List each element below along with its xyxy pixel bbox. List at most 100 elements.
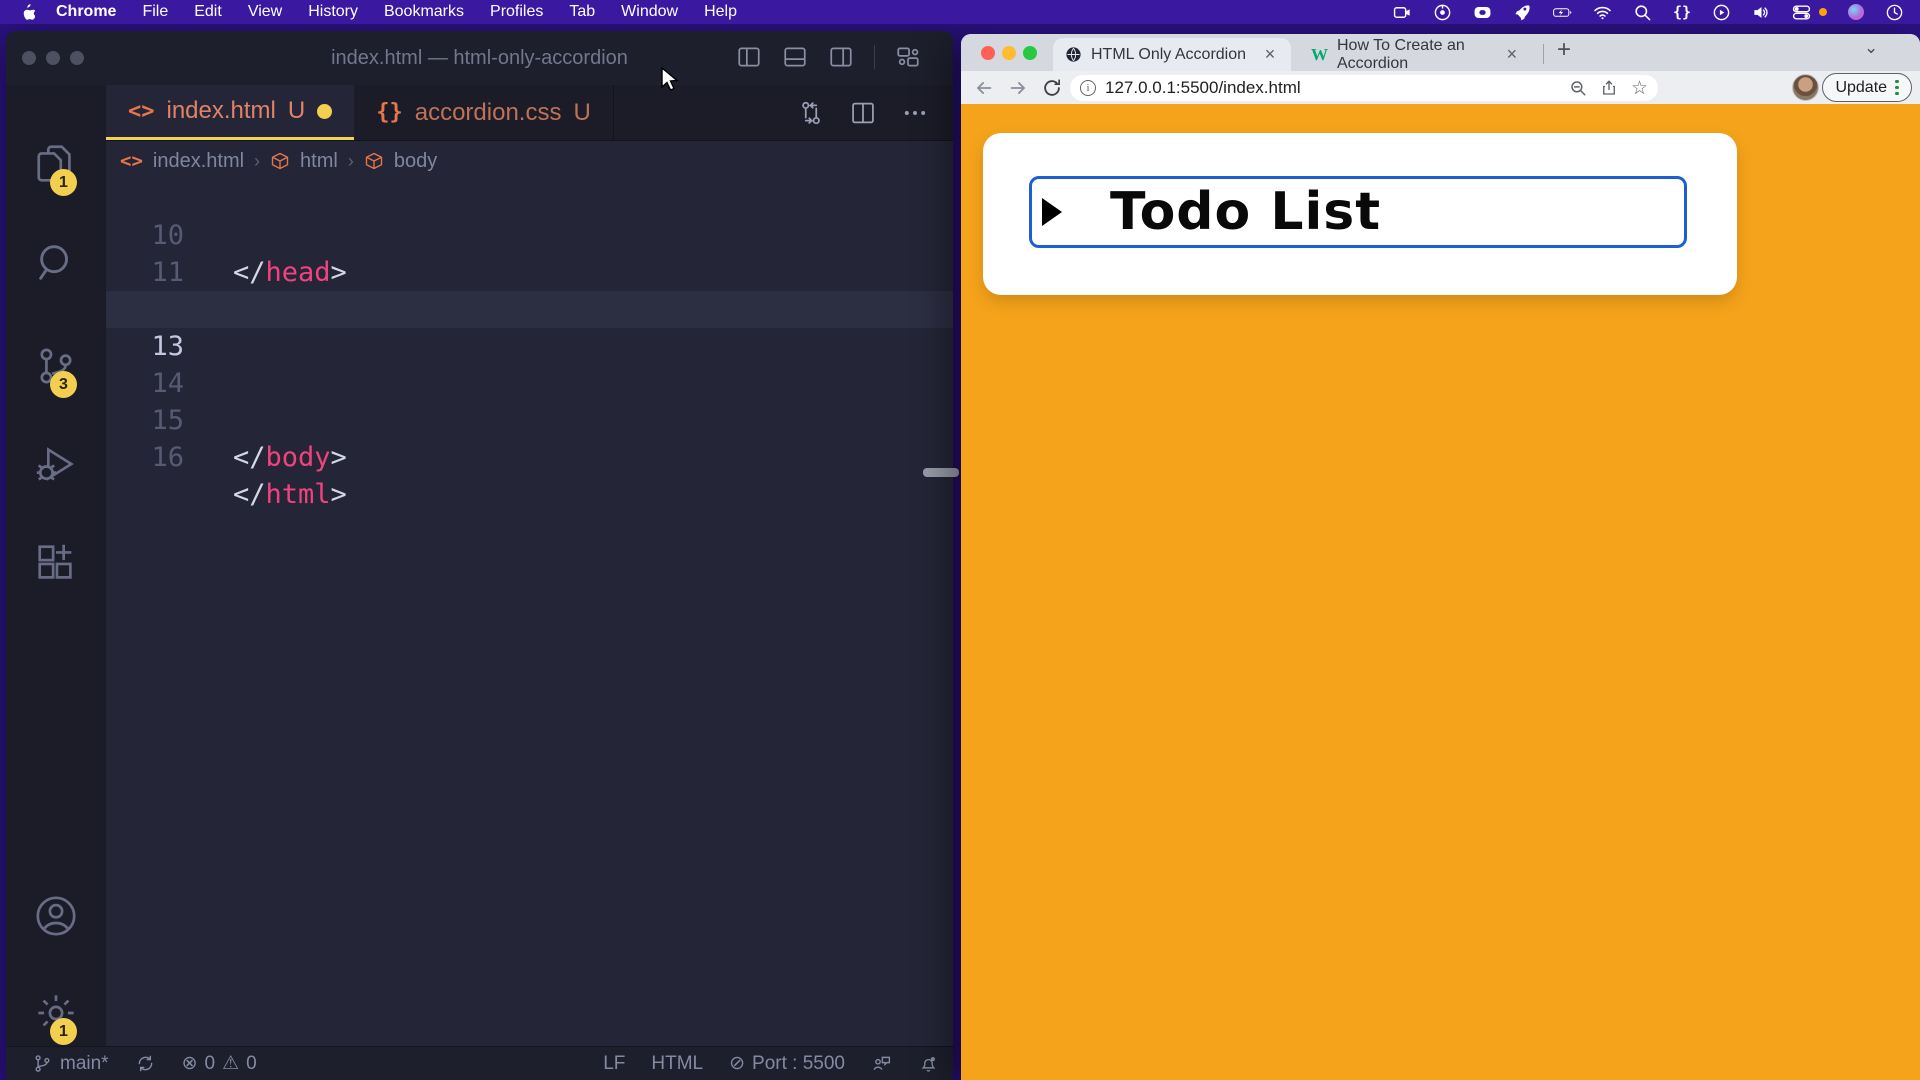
code-token: html [266,479,331,510]
warnings-count: 0 [246,1053,257,1075]
url-text[interactable]: 127.0.0.1:5500/index.html [1105,78,1301,98]
code-line[interactable]: 10 </head> [106,180,953,217]
git-branch-icon [32,1053,53,1074]
menubar-item-help[interactable]: Help [691,3,750,21]
feedback-status[interactable] [871,1053,892,1074]
search-sidebar-icon[interactable] [33,240,79,286]
code-line[interactable]: 12 [106,254,953,291]
menubar-item-edit[interactable]: Edit [181,3,235,21]
close-window-button[interactable] [981,46,995,60]
accordion-summary[interactable]: Todo List [1029,176,1687,248]
tab-accordion-css[interactable]: {} accordion.css U [354,85,614,140]
globe-favicon [1065,46,1082,63]
code-line[interactable]: 15 </body> [106,365,953,402]
breadcrumb-body[interactable]: body [394,150,437,173]
code-line[interactable]: 14 [106,328,953,365]
volume-icon[interactable] [1752,3,1771,22]
scrollbar-handle[interactable] [923,468,959,477]
vscode-status-bar: main* ⊗ 0 ⚠ 0 LF HTML ⊘ Port : 5500 [6,1046,953,1080]
breadcrumb-html[interactable]: html [300,150,338,173]
code-token: > [331,479,347,510]
menubar-item-profiles[interactable]: Profiles [477,3,556,21]
line-number: 16 [106,439,184,476]
menubar-item-file[interactable]: File [129,3,181,21]
accordion-card: Todo List [983,133,1737,295]
tab-title: How To Create an Accordion [1337,37,1496,73]
close-tab-icon[interactable]: × [1261,44,1279,65]
code-line-active[interactable]: 13 [106,291,953,328]
source-control-badge: 3 [50,371,77,398]
accounts-icon[interactable] [33,893,79,939]
live-server-port[interactable]: ⊘ Port : 5500 [729,1052,845,1075]
code-editor[interactable]: 10 </head> 11 <body> 12 13 14 15 </body>… [106,180,953,1046]
rocket-icon[interactable] [1513,3,1532,22]
breadcrumb-file[interactable]: index.html [153,150,244,173]
record-icon[interactable] [1433,3,1452,22]
mouse-cursor [660,67,682,93]
toggle-secondary-sidebar-icon[interactable] [828,44,854,70]
battery-icon[interactable] [1553,3,1572,22]
extensions-icon[interactable] [33,540,79,586]
menubar-item-history[interactable]: History [295,3,371,21]
more-actions-icon[interactable] [901,99,929,127]
code-line[interactable]: 16 </html> [106,402,953,439]
zoom-window-button[interactable] [1023,46,1037,60]
menubar-item-bookmarks[interactable]: Bookmarks [371,3,477,21]
share-icon[interactable] [1600,79,1618,97]
menubar-item-window[interactable]: Window [608,3,691,21]
open-changes-icon[interactable] [797,99,825,127]
site-info-icon[interactable]: i [1080,80,1096,96]
play-circle-icon[interactable] [1712,3,1731,22]
notifications-status[interactable] [918,1053,939,1074]
vscode-titlebar[interactable]: index.html — html-only-accordion [6,31,953,85]
browser-tab-how-to-create-accordion[interactable]: W How To Create an Accordion × [1299,38,1531,71]
warnings-icon: ⚠ [222,1052,239,1075]
macos-menubar: Chrome File Edit View History Bookmarks … [0,0,1920,24]
address-bar[interactable]: i 127.0.0.1:5500/index.html ☆ [1070,75,1658,101]
chrome-tab-strip: HTML Only Accordion × W How To Create an… [961,34,1920,71]
camera-icon[interactable] [1473,3,1492,22]
menubar-item-chrome[interactable]: Chrome [43,3,129,21]
customize-layout-icon[interactable] [895,44,921,70]
siri-icon[interactable] [1848,4,1864,20]
toggle-primary-sidebar-icon[interactable] [736,44,762,70]
reload-icon[interactable] [1041,77,1063,99]
tab-index-html[interactable]: <> index.html U [106,85,354,140]
eol-indicator[interactable]: LF [603,1053,625,1075]
profile-avatar[interactable] [1792,74,1819,101]
run-debug-icon[interactable] [33,441,79,487]
clock-icon[interactable] [1885,3,1904,22]
zoom-indicator-icon[interactable] [1569,79,1587,97]
back-icon[interactable] [973,77,995,99]
breadcrumb-separator: › [348,151,354,172]
sync-status[interactable] [135,1053,156,1074]
forward-icon[interactable] [1007,77,1029,99]
html-file-icon: <> [120,150,143,172]
wifi-icon[interactable] [1593,3,1612,22]
update-menu-dots-icon[interactable] [1895,80,1899,96]
minimize-window-button[interactable] [1002,46,1016,60]
toggle-panel-icon[interactable] [782,44,808,70]
tab-search-chevron-icon[interactable]: ⌄ [1864,38,1878,58]
git-branch-status[interactable]: main* [32,1053,109,1075]
menubar-item-tab[interactable]: Tab [556,3,608,21]
apple-logo-icon[interactable] [20,4,35,21]
code-line[interactable]: 11 <body> [106,217,953,254]
update-button[interactable]: Update [1822,73,1912,102]
close-tab-icon[interactable]: × [1505,44,1519,65]
bookmark-star-icon[interactable]: ☆ [1631,77,1648,100]
chrome-toolbar: i 127.0.0.1:5500/index.html ☆ Update [961,71,1920,104]
braces-icon[interactable]: {} [1673,3,1691,21]
dirty-dot-icon[interactable] [317,104,332,119]
new-tab-button[interactable]: + [1557,36,1571,64]
control-center-icon[interactable] [1792,3,1811,22]
accordion-title: Todo List [1110,182,1381,242]
search-icon[interactable] [1633,3,1652,22]
menubar-item-view[interactable]: View [235,3,295,21]
split-editor-icon[interactable] [849,99,877,127]
problems-status[interactable]: ⊗ 0 ⚠ 0 [182,1052,257,1075]
screen-record-icon[interactable] [1393,3,1412,22]
language-indicator[interactable]: HTML [651,1053,703,1075]
notification-dot [1819,8,1827,16]
browser-tab-html-only-accordion[interactable]: HTML Only Accordion × [1053,38,1291,71]
